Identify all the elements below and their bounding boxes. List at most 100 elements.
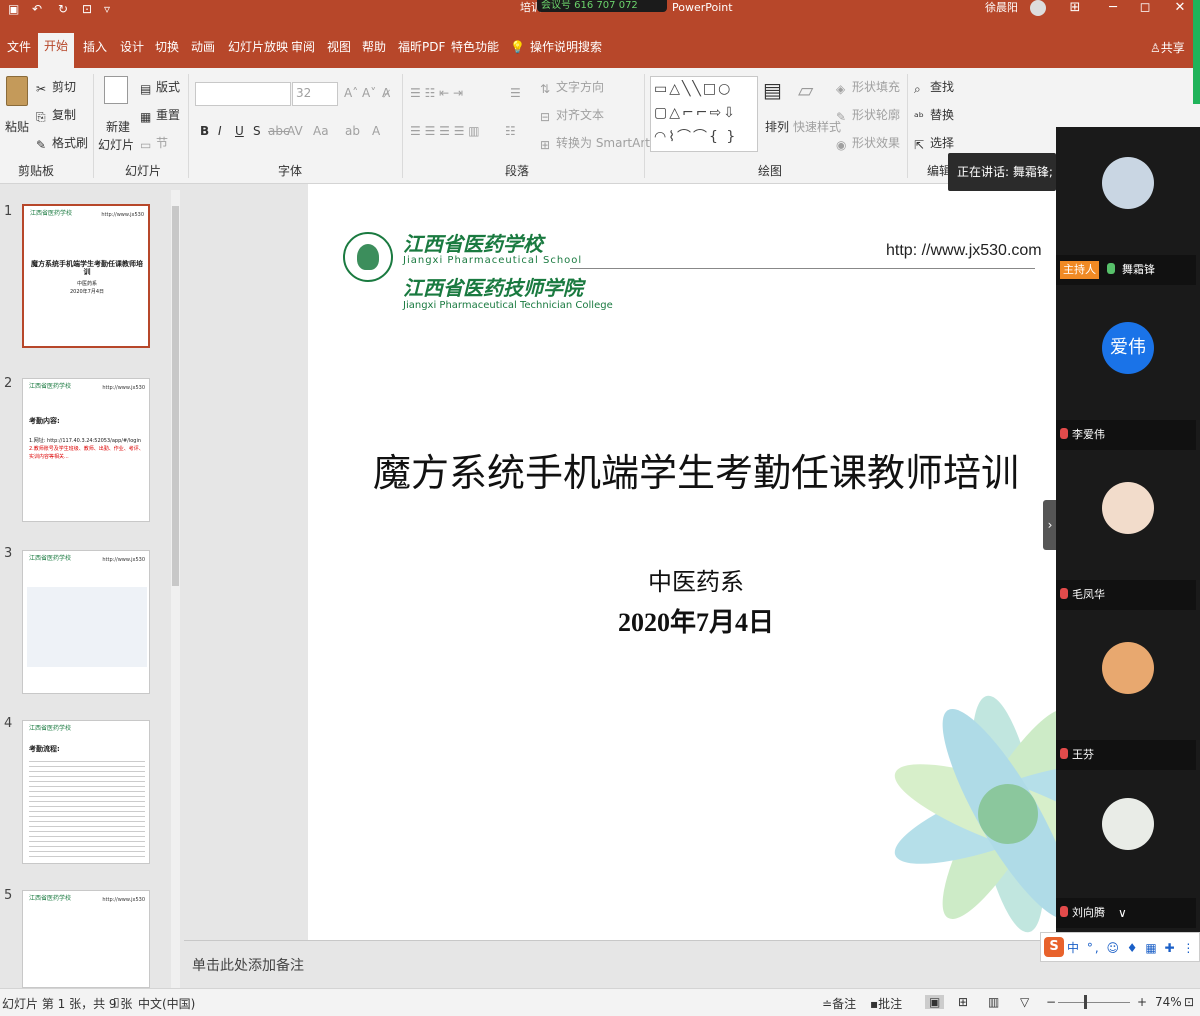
- bold-button[interactable]: B: [200, 124, 209, 138]
- current-slide[interactable]: 江西省医药学校 Jiangxi Pharmaceutical School 江西…: [308, 184, 1056, 940]
- shape-effects-button[interactable]: ◉ 形状效果: [836, 134, 900, 152]
- thumbnail-scrollbar-thumb[interactable]: [172, 206, 179, 586]
- format-painter-button[interactable]: ✎ 格式刷: [36, 134, 88, 152]
- font-name-combo[interactable]: [195, 82, 291, 106]
- bullets-icon[interactable]: ☰ ☷ ⇤ ⇥: [410, 86, 463, 100]
- slide-thumbnail-3[interactable]: 江西省医药学校 http://www.jx530: [22, 550, 150, 694]
- tab-slideshow[interactable]: 幻灯片放映: [228, 39, 288, 55]
- zoom-out-button[interactable]: −: [1046, 995, 1056, 1009]
- change-case-button[interactable]: Aa: [313, 124, 329, 138]
- underline-button[interactable]: U: [235, 124, 244, 138]
- chevron-down-icon[interactable]: ∨: [1118, 898, 1127, 928]
- participant-tile[interactable]: 刘向腾 ∨: [1056, 770, 1200, 928]
- fit-slide-icon[interactable]: ⊡: [1184, 995, 1194, 1009]
- tab-file[interactable]: 文件: [7, 39, 31, 55]
- zoom-slider-thumb[interactable]: [1084, 995, 1087, 1009]
- section-button[interactable]: ▭ 节: [140, 134, 168, 152]
- tell-me-search[interactable]: 操作说明搜索: [530, 39, 602, 55]
- notes-placeholder[interactable]: 单击此处添加备注: [192, 955, 304, 975]
- save-icon[interactable]: ▣: [8, 0, 19, 18]
- zoom-in-button[interactable]: +: [1137, 995, 1147, 1009]
- layout-button[interactable]: ▤ 版式: [140, 78, 180, 96]
- comments-button[interactable]: ▪批注: [870, 995, 902, 1012]
- participant-tile[interactable]: 爱伟 李爱伟: [1056, 290, 1200, 450]
- select-button[interactable]: ⇱ 选择: [914, 134, 954, 152]
- spellcheck-icon[interactable]: ▯: [113, 995, 120, 1009]
- zoom-level[interactable]: 74%: [1155, 995, 1182, 1009]
- arrange-button[interactable]: 排列: [765, 118, 789, 135]
- grow-font-icon[interactable]: A˄ A˅: [344, 86, 376, 100]
- tab-transitions[interactable]: 切换: [155, 39, 179, 55]
- language[interactable]: 中文(中国): [138, 995, 195, 1012]
- new-slide-button[interactable]: 新建: [106, 118, 130, 135]
- participant-tile[interactable]: 王芬: [1056, 610, 1200, 770]
- minimize-button[interactable]: ─: [1098, 0, 1128, 16]
- slide-thumbnail-5[interactable]: 江西省医药学校 http://www.jx530: [22, 890, 150, 988]
- tab-help[interactable]: 帮助: [362, 39, 386, 55]
- shape-outline-button[interactable]: ✎ 形状轮廓: [836, 106, 900, 124]
- user-avatar[interactable]: [1030, 0, 1046, 16]
- smartart-button[interactable]: ⊞ 转换为 SmartArt: [540, 134, 650, 152]
- font-size-combo[interactable]: 32: [292, 82, 338, 106]
- participant-tile[interactable]: 主持人 舞霜锋: [1056, 127, 1200, 285]
- tab-home[interactable]: 开始: [38, 33, 74, 68]
- shapes-gallery[interactable]: ▭△╲╲□○ ▢△⌐⌐⇨⇩ ◠⌇⌒⌒{ }: [650, 76, 758, 152]
- tab-features[interactable]: 特色功能: [451, 39, 499, 55]
- slide-thumbnail-1[interactable]: 江西省医药学校 http://www.jx530 魔方系统手机端学生考勤任课教师…: [22, 204, 150, 348]
- normal-view-icon[interactable]: ▣: [925, 995, 945, 1009]
- highlight-icon[interactable]: ab: [345, 124, 360, 138]
- reset-button[interactable]: ▦ 重置: [140, 106, 180, 124]
- participant-tile[interactable]: 毛凤华: [1056, 450, 1200, 610]
- meeting-pill[interactable]: 会议号 616 707 072: [537, 0, 667, 12]
- panel-collapse-button[interactable]: ›: [1043, 500, 1057, 550]
- slide-thumbnail-4[interactable]: 江西省医药学校 考勤流程:: [22, 720, 150, 864]
- undo-icon[interactable]: ↶: [32, 0, 42, 18]
- chevron-down-icon[interactable]: ▿: [104, 0, 110, 18]
- reading-view-icon[interactable]: ▥: [988, 995, 999, 1009]
- shadow-button[interactable]: S: [253, 124, 261, 138]
- replace-button[interactable]: ᵃᵇ 替换: [914, 106, 954, 124]
- new-slide-dropdown[interactable]: 幻灯片: [98, 136, 134, 153]
- columns-icon[interactable]: ☷: [505, 124, 516, 138]
- ribbon-display-icon[interactable]: ⊞: [1060, 0, 1090, 16]
- zoom-slider-track[interactable]: [1058, 1002, 1130, 1003]
- tab-foxit-pdf[interactable]: 福昕PDF: [398, 39, 445, 55]
- char-spacing-button[interactable]: AV: [287, 124, 303, 138]
- ime-toolbar[interactable]: S 中 °, ☺ ♦ ▦ ✚ ⋮: [1040, 932, 1200, 962]
- find-button[interactable]: ⌕ 查找: [914, 78, 954, 96]
- redo-icon[interactable]: ↻: [58, 0, 68, 18]
- clear-format-icon[interactable]: A̷: [382, 86, 390, 100]
- align-text-button[interactable]: ⊟ 对齐文本: [540, 106, 604, 124]
- align-icons[interactable]: ☰ ☰ ☰ ☰ ▥: [410, 124, 480, 138]
- text-direction-button[interactable]: ⇅ 文字方向: [540, 78, 604, 96]
- ime-controls[interactable]: 中 °, ☺ ♦ ▦ ✚ ⋮: [1067, 939, 1196, 956]
- paste-icon[interactable]: [6, 76, 28, 106]
- slide-title[interactable]: 魔方系统手机端学生考勤任课教师培训: [308, 442, 1056, 497]
- tab-animations[interactable]: 动画: [191, 39, 215, 55]
- copy-button[interactable]: ⎘ 复制: [36, 106, 76, 124]
- tab-insert[interactable]: 插入: [83, 39, 107, 55]
- cut-button[interactable]: ✂ 剪切: [36, 78, 76, 96]
- new-slide-icon[interactable]: [104, 76, 128, 104]
- arrange-icon[interactable]: ▤: [763, 78, 782, 102]
- italic-button[interactable]: I: [218, 124, 222, 138]
- share-button[interactable]: ♙共享: [1150, 39, 1185, 56]
- present-icon[interactable]: ⊡: [82, 0, 92, 18]
- slide-sorter-icon[interactable]: ⊞: [958, 995, 968, 1009]
- quick-styles-button[interactable]: 快速样式: [793, 118, 841, 135]
- paste-button[interactable]: 粘贴: [5, 118, 29, 135]
- quick-styles-icon[interactable]: ▱: [798, 78, 813, 102]
- notes-button[interactable]: ≐备注: [822, 995, 856, 1012]
- font-color-icon[interactable]: A: [372, 124, 380, 138]
- slide-thumbnail-2[interactable]: 江西省医药学校 http://www.jx530 考勤内容: 1.网址: htt…: [22, 378, 150, 522]
- tab-review[interactable]: 审阅: [291, 39, 315, 55]
- tab-view[interactable]: 视图: [327, 39, 351, 55]
- user-name[interactable]: 徐晨阳: [985, 0, 1018, 16]
- slideshow-icon[interactable]: ▽: [1020, 995, 1029, 1009]
- close-button[interactable]: ✕: [1165, 0, 1195, 16]
- shape-fill-button[interactable]: ◈ 形状填充: [836, 78, 900, 96]
- maximize-button[interactable]: ◻: [1130, 0, 1160, 16]
- tab-design[interactable]: 设计: [120, 39, 144, 55]
- line-spacing-icon[interactable]: ☰: [510, 86, 521, 100]
- sogou-icon[interactable]: S: [1044, 937, 1064, 957]
